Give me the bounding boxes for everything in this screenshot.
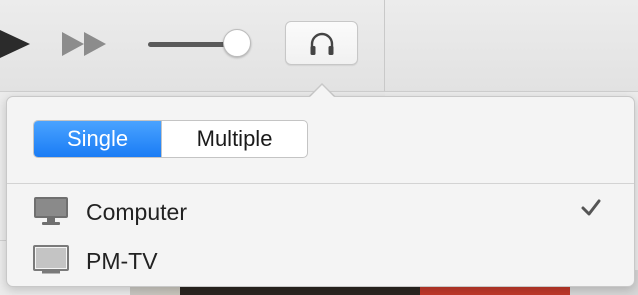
device-row-computer[interactable]: Computer xyxy=(7,189,634,235)
audio-output-popover: Single Multiple Computer PM-TV xyxy=(6,96,635,287)
mode-multiple-segment[interactable]: Multiple xyxy=(161,121,307,157)
headphones-icon xyxy=(310,32,334,55)
fast-forward-icon xyxy=(62,32,106,56)
device-row-pm-tv[interactable]: PM-TV xyxy=(7,238,634,284)
mode-single-segment[interactable]: Single xyxy=(34,121,162,157)
output-mode-segmented-control[interactable]: Single Multiple xyxy=(33,120,308,158)
popover-arrow-fill xyxy=(309,85,335,98)
toolbar-divider xyxy=(384,0,385,92)
checkmark-icon xyxy=(581,199,601,216)
player-toolbar xyxy=(0,0,638,92)
play-icon xyxy=(0,30,30,58)
tv-monitor-icon xyxy=(33,245,69,274)
audio-output-button[interactable] xyxy=(285,21,358,65)
play-button[interactable] xyxy=(0,24,34,64)
fast-forward-button[interactable] xyxy=(60,28,112,60)
volume-knob[interactable] xyxy=(223,29,251,57)
popover-separator xyxy=(7,183,634,184)
computer-monitor-icon xyxy=(34,197,68,225)
volume-slider[interactable] xyxy=(148,28,258,60)
device-label-computer: Computer xyxy=(86,199,187,225)
device-label-pm-tv: PM-TV xyxy=(86,248,158,274)
